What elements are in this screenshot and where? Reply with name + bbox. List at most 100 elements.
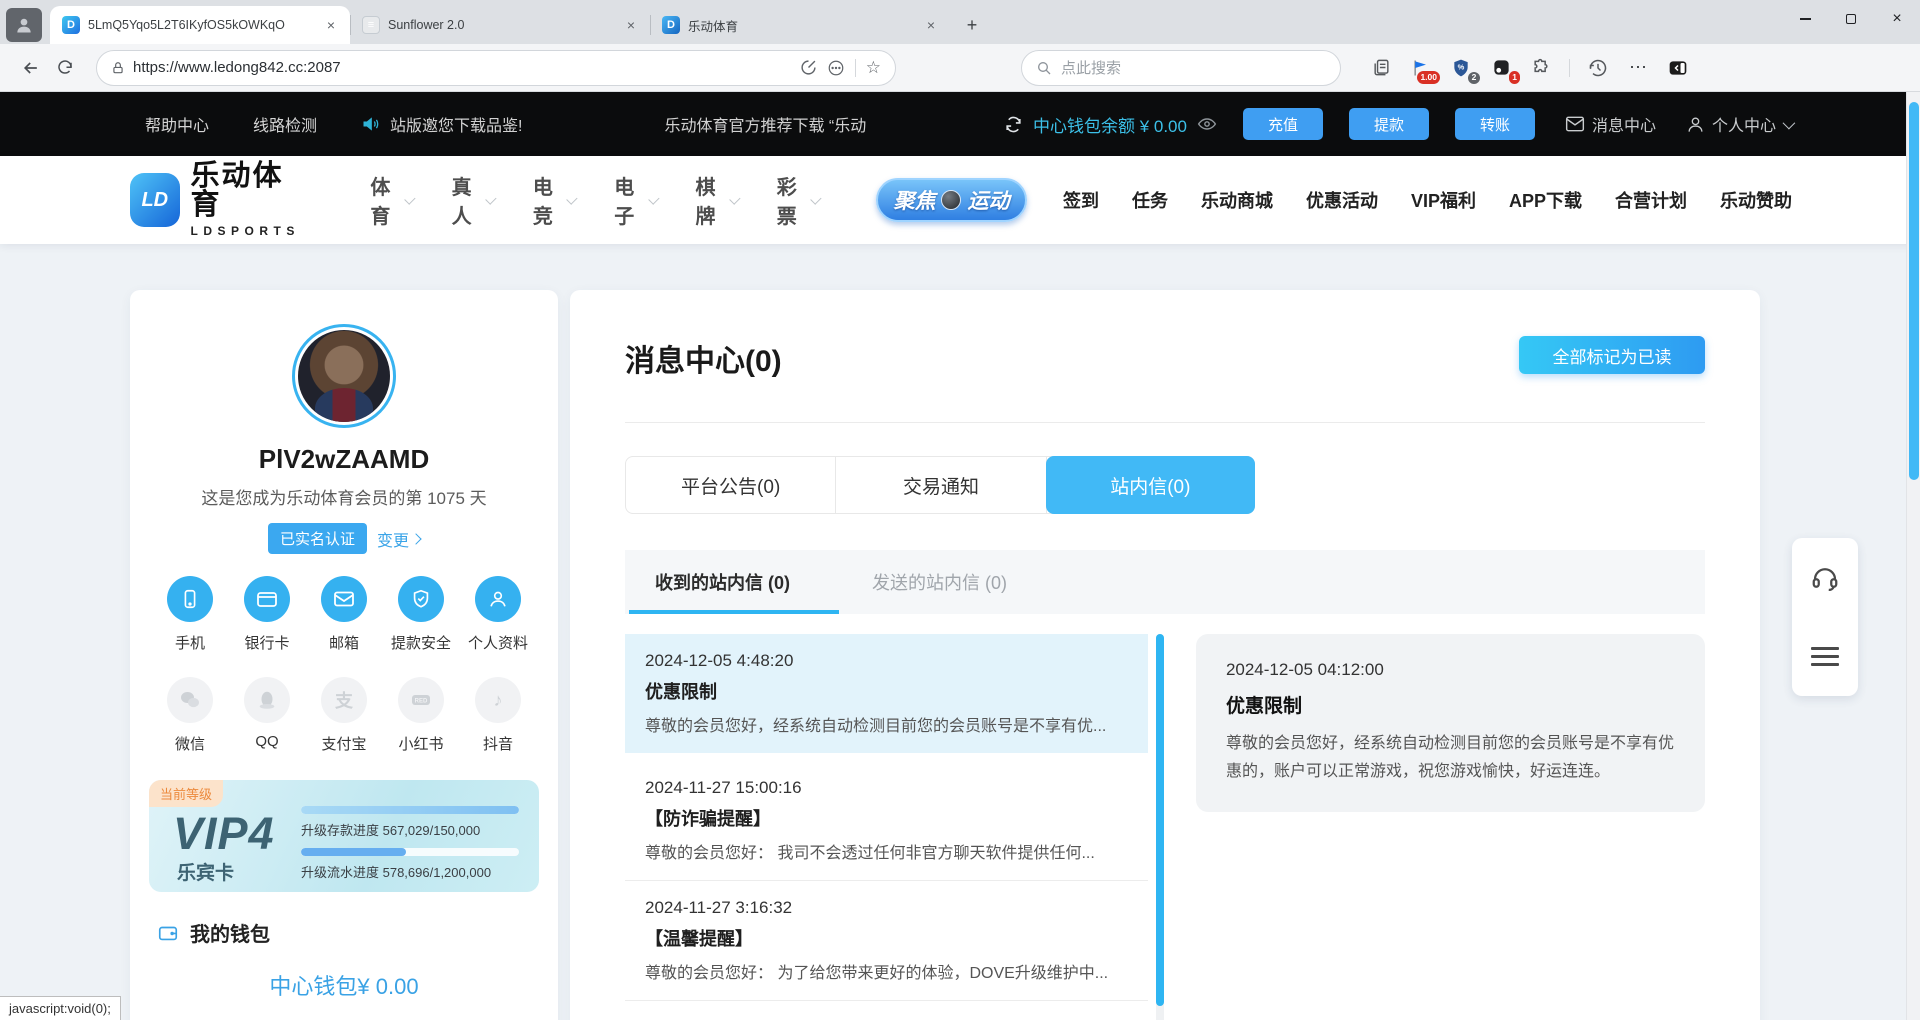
- chevron-down-icon: [648, 193, 659, 204]
- favorite-star-icon[interactable]: [866, 58, 881, 78]
- tab-close-icon[interactable]: [622, 16, 640, 34]
- search-box[interactable]: 点此搜索: [1021, 50, 1341, 86]
- shield-extension-icon[interactable]: % 2: [1449, 56, 1473, 80]
- customer-service-button[interactable]: [1792, 538, 1858, 617]
- withdraw-button[interactable]: 提款: [1349, 108, 1429, 140]
- qq-icon: [256, 689, 278, 711]
- mark-all-read-button[interactable]: 全部标记为已读: [1519, 336, 1705, 374]
- page-scrollbar[interactable]: [1906, 92, 1920, 1020]
- message-list-item[interactable]: 2024-11-27 3:16:32 【温馨提醒】 尊敬的会员您好： 为了给您带…: [625, 881, 1148, 1001]
- dark-extension-icon[interactable]: 1: [1489, 56, 1513, 80]
- address-bar[interactable]: https://www.ledong842.cc:2087: [96, 50, 896, 86]
- flag-extension-icon[interactable]: 1.00: [1409, 56, 1433, 80]
- mail-icon: [332, 587, 356, 611]
- site-topbar: 帮助中心 线路检测 站版邀您下载品鉴! 乐动体育官方推荐下载 “乐动 中心钱包余…: [0, 92, 1920, 156]
- detail-time: 2024-12-05 04:12:00: [1226, 660, 1675, 680]
- binding-email[interactable]: 邮箱: [310, 576, 378, 653]
- nav-link-tasks[interactable]: 任务: [1132, 187, 1168, 213]
- nav-link-vip[interactable]: VIP福利: [1411, 187, 1476, 213]
- tab-title: 5LmQ5Yqo5L2T6IKyfOS5kOWKqO: [88, 18, 314, 32]
- nav-menu-sports[interactable]: 体育: [370, 171, 411, 229]
- message-list-item[interactable]: 2024-11-25 13:14:01: [625, 1001, 1148, 1020]
- sidebar-toggle-icon[interactable]: [1666, 56, 1690, 80]
- menu-button[interactable]: [1792, 617, 1858, 696]
- nav-link-app[interactable]: APP下载: [1509, 187, 1582, 213]
- floating-widget: [1792, 538, 1858, 696]
- more-options-icon[interactable]: [827, 59, 845, 77]
- logo-text-en: LDSPORTS: [191, 224, 305, 238]
- nav-link-mall[interactable]: 乐动商城: [1201, 187, 1273, 213]
- collections-icon[interactable]: [1369, 56, 1393, 80]
- nav-menu-cards[interactable]: 棋牌: [695, 171, 736, 229]
- change-link[interactable]: 变更: [377, 527, 420, 551]
- tab-transaction-notices[interactable]: 交易通知: [836, 457, 1046, 513]
- nav-menu-lottery[interactable]: 彩票: [777, 171, 818, 229]
- binding-phone[interactable]: 手机: [156, 576, 224, 653]
- focus-sports-badge[interactable]: 聚焦 运动: [876, 178, 1027, 222]
- browser-tab-2[interactable]: ≡ Sunflower 2.0: [350, 6, 650, 44]
- extensions-puzzle-icon[interactable]: [1529, 56, 1553, 80]
- close-button[interactable]: [1874, 0, 1920, 38]
- message-list-item[interactable]: 2024-11-27 15:00:16 【防诈骗提醒】 尊敬的会员您好： 我司不…: [625, 761, 1148, 881]
- back-button[interactable]: [14, 51, 48, 85]
- envelope-icon: [1565, 115, 1585, 133]
- page-scrollbar-thumb[interactable]: [1909, 102, 1919, 480]
- nav-link-sponsor[interactable]: 乐动赞助: [1720, 187, 1792, 213]
- list-scrollbar[interactable]: [1156, 634, 1164, 1020]
- active-subtab-underline: [629, 610, 839, 614]
- logo-text-cn: 乐动体育: [191, 162, 305, 220]
- browser-tab-3[interactable]: D 乐动体育: [650, 6, 950, 44]
- refresh-icon: [56, 59, 74, 77]
- subtab-sent-mail[interactable]: 发送的站内信 (0): [872, 569, 1007, 595]
- refresh-button[interactable]: [48, 51, 82, 85]
- extension-badge: 1: [1509, 71, 1520, 83]
- social-xiaohongshu[interactable]: RED 小红书: [387, 677, 455, 754]
- social-wechat[interactable]: 微信: [156, 677, 224, 754]
- settings-menu-icon[interactable]: [1626, 56, 1650, 80]
- social-qq[interactable]: QQ: [233, 677, 301, 754]
- social-icons-row: 微信 QQ 支 支付宝 RED 小红书 ♪ 抖音: [130, 677, 558, 754]
- social-alipay[interactable]: 支 支付宝: [310, 677, 378, 754]
- tab-close-icon[interactable]: [922, 16, 940, 34]
- browser-tab-1[interactable]: D 5LmQ5Yqo5L2T6IKyfOS5kOWKqO: [50, 6, 350, 44]
- subtab-received-mail[interactable]: 收到的站内信 (0): [655, 569, 790, 595]
- binding-bankcard[interactable]: 银行卡: [233, 576, 301, 653]
- history-icon[interactable]: [1586, 56, 1610, 80]
- nav-link-affiliate[interactable]: 合营计划: [1615, 187, 1687, 213]
- browser-profile-button[interactable]: [6, 8, 42, 42]
- nav-link-signin[interactable]: 签到: [1063, 187, 1099, 213]
- eye-icon[interactable]: [1197, 114, 1217, 134]
- site-logo[interactable]: LD 乐动体育 LDSPORTS: [130, 162, 304, 238]
- detail-title: 优惠限制: [1226, 691, 1675, 718]
- new-tab-button[interactable]: [958, 11, 986, 39]
- binding-withdraw-safety[interactable]: 提款安全: [387, 576, 455, 653]
- chevron-down-icon: [567, 193, 578, 204]
- transfer-button[interactable]: 转账: [1455, 108, 1535, 140]
- nav-menu-esports[interactable]: 电竞: [533, 171, 574, 229]
- minimize-button[interactable]: [1782, 0, 1828, 38]
- message-list-item[interactable]: 2024-12-05 4:48:20 优惠限制 尊敬的会员您好，经系统自动检测目…: [625, 634, 1148, 753]
- social-douyin[interactable]: ♪ 抖音: [464, 677, 532, 754]
- message-center-link[interactable]: 消息中心: [1565, 112, 1656, 136]
- read-aloud-icon[interactable]: [800, 59, 817, 76]
- personal-center-link[interactable]: 个人中心: [1686, 112, 1792, 136]
- verified-badge: 已实名认证: [268, 523, 367, 554]
- window-controls: [1782, 0, 1920, 38]
- list-scrollbar-thumb[interactable]: [1156, 634, 1164, 1006]
- line-check-link[interactable]: 线路检测: [253, 112, 317, 136]
- chevron-down-icon: [810, 193, 821, 204]
- nav-links: 签到 任务 乐动商城 优惠活动 VIP福利 APP下载 合营计划 乐动赞助: [1063, 187, 1792, 213]
- avatar[interactable]: [292, 324, 396, 428]
- nav-menu-slots[interactable]: 电子: [614, 171, 655, 229]
- help-center-link[interactable]: 帮助中心: [145, 112, 209, 136]
- nav-link-promos[interactable]: 优惠活动: [1306, 187, 1378, 213]
- refresh-balance-icon[interactable]: [1004, 115, 1023, 134]
- binding-personal-info[interactable]: 个人资料: [464, 576, 532, 653]
- tab-close-icon[interactable]: [322, 16, 340, 34]
- tab-site-mail[interactable]: 站内信(0): [1046, 456, 1255, 514]
- tab-strip: D 5LmQ5Yqo5L2T6IKyfOS5kOWKqO ≡ Sunflower…: [0, 0, 1920, 44]
- maximize-button[interactable]: [1828, 0, 1874, 38]
- deposit-button[interactable]: 充值: [1243, 108, 1323, 140]
- nav-menu-live[interactable]: 真人: [452, 171, 493, 229]
- tab-platform-announcements[interactable]: 平台公告(0): [626, 457, 836, 513]
